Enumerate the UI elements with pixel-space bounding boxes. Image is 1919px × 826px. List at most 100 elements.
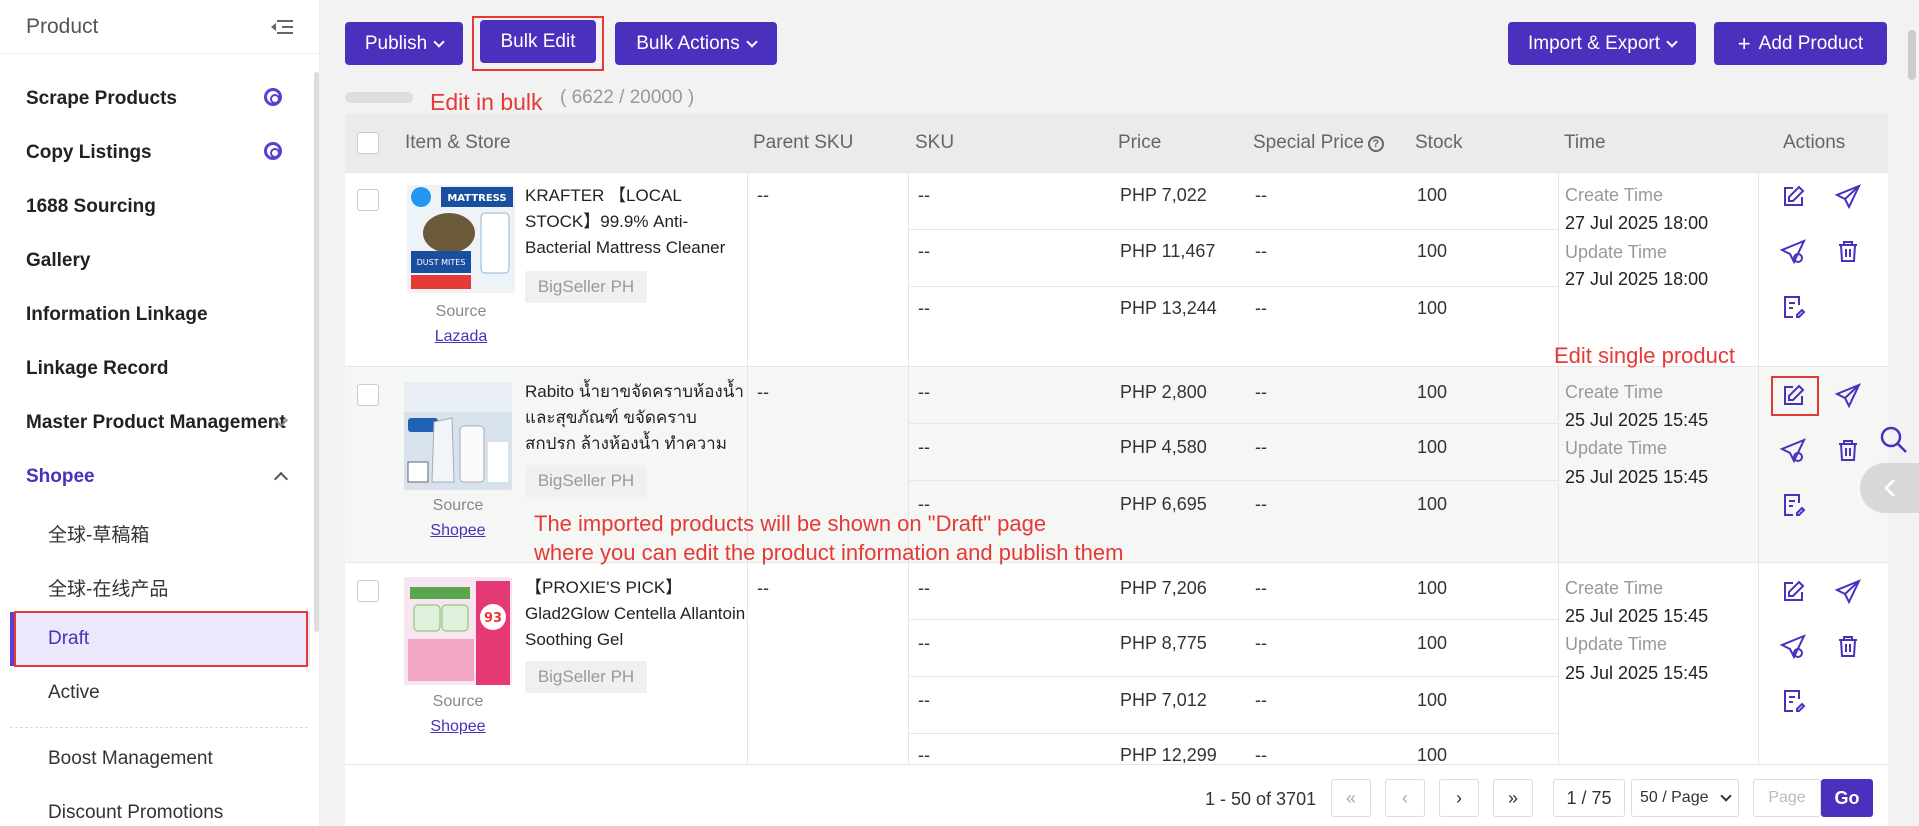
source-label: Source [432, 693, 484, 710]
product-image[interactable]: MATTRESS DUST MITES [407, 185, 515, 293]
price-value: PHP 2,800 [1120, 382, 1207, 402]
sidebar-item-draft[interactable]: Draft [48, 628, 89, 650]
price-value: PHP 4,580 [1120, 437, 1207, 457]
sidebar-item-scrape[interactable]: Scrape Products [26, 88, 177, 110]
stock-value: 100 [1417, 241, 1448, 261]
page-size-select[interactable]: 50 / Page [1631, 779, 1739, 817]
annotation-edit-single: Edit single product [1554, 343, 1735, 368]
product-name[interactable]: KRAFTER 【LOCAL STOCK】99.9% Anti-Bacteria… [525, 183, 747, 261]
first-page-button[interactable]: « [1331, 779, 1371, 817]
add-product-button[interactable]: + Add Product [1714, 22, 1887, 65]
sidebar-item-record[interactable]: Linkage Record [26, 358, 169, 380]
publish-button[interactable]: Publish [345, 22, 463, 65]
stock-value: 100 [1417, 690, 1448, 710]
sidebar-item-master[interactable]: Master Product Management [26, 412, 286, 434]
bulk-edit-button[interactable]: Bulk Edit [480, 20, 596, 63]
sku-value: -- [918, 382, 930, 402]
stock-value: 100 [1417, 382, 1448, 402]
page-scrollbar[interactable] [1908, 30, 1916, 80]
quick-publish-icon[interactable] [1779, 633, 1807, 661]
stock-value: 100 [1417, 494, 1448, 514]
source-link[interactable]: Shopee [404, 522, 512, 540]
delete-icon[interactable] [1834, 633, 1862, 661]
row-checkbox[interactable] [357, 384, 379, 406]
bulk-actions-button[interactable]: Bulk Actions [615, 22, 777, 65]
store-tag: BigSeller PH [525, 271, 647, 303]
select-all-checkbox[interactable] [357, 132, 379, 154]
special-price-value: -- [1255, 241, 1267, 261]
capacity-progress [345, 92, 413, 103]
sidebar-item-sourcing[interactable]: 1688 Sourcing [26, 196, 156, 218]
sidebar-item-active[interactable]: Active [48, 682, 100, 704]
product-name[interactable]: 【PROXIE'S PICK】 Glad2Glow Centella Allan… [525, 575, 747, 653]
quick-publish-icon[interactable] [1779, 437, 1807, 465]
update-time-label: Update Time [1565, 242, 1668, 262]
sidebar-title: Product [26, 14, 99, 38]
pagination: 1 - 50 of 3701 « ‹ › » 1 / 75 50 / Page … [345, 764, 1888, 826]
source-link[interactable]: Lazada [407, 328, 515, 346]
help-icon[interactable]: ? [1367, 136, 1384, 152]
log-icon[interactable] [1779, 293, 1807, 321]
special-price-value: -- [1255, 633, 1267, 653]
stock-value: 100 [1417, 633, 1448, 653]
source-link[interactable]: Shopee [404, 718, 512, 736]
product-image[interactable]: 93 [404, 577, 512, 685]
import-export-button[interactable]: Import & Export [1508, 22, 1696, 65]
price-value: PHP 13,244 [1120, 298, 1217, 318]
create-time-value: 27 Jul 2025 18:00 [1565, 213, 1709, 233]
sku-value: -- [918, 633, 930, 653]
price-value: PHP 12,299 [1120, 745, 1217, 764]
log-icon[interactable] [1779, 491, 1807, 519]
last-page-button[interactable]: » [1493, 779, 1533, 817]
side-panel-toggle[interactable] [1860, 463, 1919, 513]
row-checkbox[interactable] [357, 189, 379, 211]
edit-icon[interactable] [1779, 183, 1807, 211]
prev-page-button[interactable]: ‹ [1385, 779, 1425, 817]
sidebar-item-discount[interactable]: Discount Promotions [48, 802, 223, 824]
row-checkbox[interactable] [357, 580, 379, 602]
chevron-down-icon [1666, 35, 1678, 48]
publish-icon[interactable] [1834, 578, 1862, 606]
search-icon[interactable] [1879, 425, 1909, 455]
chevron-down-icon [433, 35, 445, 48]
gear-icon[interactable] [264, 142, 282, 160]
chevron-up-icon[interactable] [273, 471, 289, 487]
gear-icon[interactable] [264, 88, 282, 106]
product-count: ( 6622 / 20000 ) [560, 87, 695, 108]
sidebar-scrollbar[interactable] [314, 72, 319, 632]
delete-icon[interactable] [1834, 238, 1862, 266]
stock-value: 100 [1417, 298, 1448, 318]
special-price-value: -- [1255, 437, 1267, 457]
page-indicator: 1 / 75 [1553, 779, 1625, 817]
special-price-value: -- [1255, 690, 1267, 710]
chevron-down-icon [746, 35, 758, 48]
sidebar-item-copy[interactable]: Copy Listings [26, 142, 152, 164]
go-button[interactable]: Go [1821, 779, 1873, 817]
table-row: MATTRESS DUST MITES KRAFTER 【LOCAL STOCK】… [345, 172, 1888, 366]
sidebar-item-shopee[interactable]: Shopee [26, 466, 95, 488]
edit-icon[interactable] [1779, 382, 1807, 410]
sidebar-item-global-draft[interactable]: 全球-草稿箱 [48, 520, 149, 547]
sidebar-item-linkage[interactable]: Information Linkage [26, 304, 208, 326]
product-image[interactable] [404, 382, 512, 490]
edit-icon[interactable] [1779, 578, 1807, 606]
collapse-icon[interactable] [271, 19, 293, 35]
publish-icon[interactable] [1834, 382, 1862, 410]
pagination-range: 1 - 50 of 3701 [1205, 789, 1317, 809]
update-time-value: 25 Jul 2025 15:45 [1565, 467, 1709, 487]
page-jump-input[interactable]: Page [1753, 779, 1821, 817]
quick-publish-icon[interactable] [1779, 238, 1807, 266]
sidebar-item-boost[interactable]: Boost Management [48, 748, 213, 770]
publish-icon[interactable] [1834, 183, 1862, 211]
sidebar-item-gallery[interactable]: Gallery [26, 250, 90, 272]
chevron-down-icon [1720, 790, 1732, 802]
log-icon[interactable] [1779, 687, 1807, 715]
delete-icon[interactable] [1834, 437, 1862, 465]
sku-value: -- [918, 437, 930, 457]
next-page-button[interactable]: › [1439, 779, 1479, 817]
sidebar-item-global-online[interactable]: 全球-在线产品 [48, 574, 168, 601]
table-row: 93 【PROXIE'S PICK】 Glad2Glow Centella Al… [345, 562, 1888, 764]
annotation-edit-bulk: Edit in bulk [430, 89, 543, 115]
product-name[interactable]: Rabito น้ำยาขจัดคราบห้องน้ำ และสุขภัณฑ์ … [525, 379, 747, 457]
chevron-left-icon [1884, 479, 1895, 497]
